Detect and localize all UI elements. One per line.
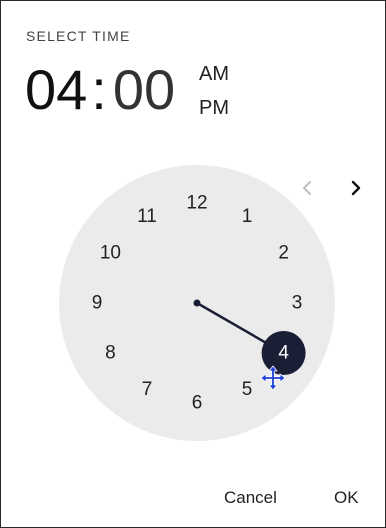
clock-number-4[interactable]: 4: [278, 343, 289, 364]
clock-number-3[interactable]: 3: [292, 293, 303, 314]
clock-number-11[interactable]: 11: [137, 206, 157, 227]
clock-number-1[interactable]: 1: [242, 206, 253, 227]
clock-face[interactable]: 121234567891011: [59, 165, 335, 441]
clock-number-10[interactable]: 10: [100, 243, 121, 264]
clock-number-5[interactable]: 5: [242, 379, 253, 400]
hours-field[interactable]: 04: [25, 57, 87, 123]
cancel-button[interactable]: Cancel: [224, 488, 277, 508]
ok-button[interactable]: OK: [334, 488, 359, 508]
ampm-selector: AM PM: [199, 62, 229, 120]
clock-number-2[interactable]: 2: [278, 243, 289, 264]
dialog-title: SELECT TIME: [26, 28, 131, 44]
clock-dial[interactable]: 12 1 2 3 4 5 6 7 8 9 10 11: [59, 165, 335, 441]
chevron-right-icon[interactable]: [345, 177, 367, 199]
time-separator: :: [91, 58, 107, 121]
move-cursor-icon: [260, 365, 286, 391]
clock-number-12[interactable]: 12: [186, 193, 207, 214]
clock-number-6[interactable]: 6: [192, 393, 203, 414]
clock-number-8[interactable]: 8: [105, 343, 116, 364]
clock-center-dot: [193, 299, 201, 307]
am-option[interactable]: AM: [199, 62, 229, 86]
pm-option[interactable]: PM: [199, 96, 229, 120]
minutes-field[interactable]: 00: [113, 57, 175, 123]
time-picker-dialog: SELECT TIME 04 : 00 AM PM 12 1 2 3 4 5 6 7 8 9 10 1…: [0, 0, 386, 528]
time-display: 04 : 00: [25, 57, 175, 127]
dialog-actions: Cancel OK: [1, 488, 386, 510]
clock-number-7[interactable]: 7: [142, 379, 153, 400]
clock-number-9[interactable]: 9: [92, 293, 103, 314]
